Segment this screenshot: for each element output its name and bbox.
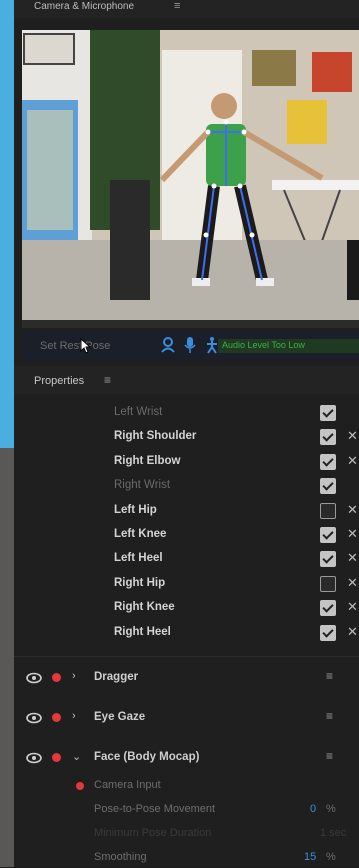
joint-label: Left Wrist [114, 406, 163, 418]
eye-icon[interactable] [26, 752, 42, 764]
record-arm-icon[interactable] [52, 673, 61, 682]
joint-row: Left Knee ✕ [14, 525, 359, 545]
joint-label: Right Hip [114, 576, 166, 589]
joint-checkbox[interactable] [320, 575, 336, 592]
remove-joint-icon[interactable]: ✕ [347, 599, 358, 615]
record-arm-icon[interactable] [52, 753, 61, 762]
pose-to-pose-value[interactable]: 0 [310, 803, 316, 815]
video-bottom-bar [22, 320, 359, 328]
joint-row: Left Hip ✕ [14, 501, 359, 521]
behavior-eye-gaze[interactable]: › Eye Gaze ≡ [14, 706, 359, 730]
behavior-dragger[interactable]: › Dragger ≡ [14, 666, 359, 690]
camera-person-icon[interactable] [160, 336, 176, 354]
eye-icon[interactable] [26, 672, 42, 684]
joint-checkbox[interactable] [320, 624, 336, 641]
joint-checkbox[interactable] [320, 453, 336, 470]
properties-title: Properties [34, 375, 85, 387]
joint-checkbox[interactable] [320, 405, 336, 421]
pose-to-pose-row[interactable]: Pose-to-Pose Movement 0 % [14, 800, 359, 820]
section-divider [14, 656, 359, 657]
behavior-name: Eye Gaze [94, 711, 146, 723]
joint-label: Right Heel [114, 625, 171, 638]
remove-joint-icon[interactable]: ✕ [347, 502, 358, 518]
camera-panel-title: Camera & Microphone [34, 1, 135, 12]
smoothing-label: Smoothing [94, 851, 147, 863]
behavior-menu-icon[interactable]: ≡ [326, 669, 333, 683]
smoothing-row[interactable]: Smoothing 15 % [14, 848, 359, 868]
joint-label: Left Knee [114, 528, 167, 540]
properties-menu-icon[interactable]: ≡ [104, 373, 111, 387]
joint-checkbox[interactable] [320, 600, 336, 617]
smoothing-unit: % [326, 851, 336, 863]
joint-row: Left Wrist [14, 403, 359, 423]
remove-joint-icon[interactable]: ✕ [347, 575, 358, 591]
joint-row: Right Elbow ✕ [14, 452, 359, 472]
chevron-down-icon[interactable]: ⌄ [72, 750, 81, 763]
remove-joint-icon[interactable]: ✕ [347, 550, 358, 566]
left-edge-gray [0, 448, 14, 867]
record-arm-icon[interactable] [76, 782, 84, 790]
remove-joint-icon[interactable]: ✕ [347, 428, 358, 444]
properties-header: Properties ≡ [14, 366, 359, 394]
joint-label: Right Knee [114, 601, 175, 614]
joint-row: Right Wrist [14, 476, 359, 496]
min-pose-duration-label: Minimum Pose Duration [94, 827, 212, 839]
min-pose-duration-unit: 1 sec [320, 827, 347, 839]
joint-row: Right Hip ✕ [14, 574, 359, 594]
main-panel: Camera & Microphone ≡ Set Rest Pose Audi… [14, 0, 359, 867]
audio-level-text: Audio Level Too Low [222, 340, 305, 350]
behavior-name: Dragger [94, 671, 139, 683]
microphone-icon[interactable] [182, 336, 198, 354]
pose-to-pose-label: Pose-to-Pose Movement [94, 803, 216, 815]
behavior-menu-icon[interactable]: ≡ [326, 749, 333, 763]
camera-input-row[interactable]: Camera Input [14, 776, 359, 796]
record-arm-icon[interactable] [52, 713, 61, 722]
smoothing-value[interactable]: 15 [304, 851, 316, 863]
joint-checkbox[interactable] [320, 429, 336, 446]
pose-to-pose-unit: % [326, 803, 336, 815]
joint-row: Right Knee ✕ [14, 598, 359, 618]
remove-joint-icon[interactable]: ✕ [347, 624, 358, 640]
camera-video-feed [22, 30, 359, 320]
joint-checkbox[interactable] [320, 551, 336, 568]
joint-row: Left Heel ✕ [14, 549, 359, 569]
joint-checkbox[interactable] [320, 478, 336, 495]
remove-joint-icon[interactable]: ✕ [347, 453, 358, 469]
joint-label: Left Hip [114, 503, 157, 516]
camera-controls-bar: Set Rest Pose Audio Level Too Low [22, 332, 359, 360]
joint-label: Right Elbow [114, 454, 181, 467]
behavior-menu-icon[interactable]: ≡ [326, 709, 333, 723]
behavior-name: Face (Body Mocap) [94, 751, 200, 763]
chevron-right-icon[interactable]: › [72, 710, 76, 722]
joint-label: Right Shoulder [114, 430, 197, 443]
panel-menu-icon[interactable]: ≡ [174, 0, 180, 12]
left-edge-blue [0, 0, 14, 448]
camera-panel-header: Camera & Microphone ≡ [14, 0, 359, 18]
joint-checkbox[interactable] [320, 527, 336, 543]
audio-level-indicator: Audio Level Too Low [218, 339, 359, 353]
mouse-cursor-icon [80, 338, 92, 354]
video-scene [22, 30, 359, 320]
set-rest-pose-button[interactable]: Set Rest Pose [40, 340, 110, 352]
min-pose-duration-row: Minimum Pose Duration 1 sec [14, 824, 359, 844]
joint-label: Right Wrist [114, 479, 171, 492]
eye-icon[interactable] [26, 712, 42, 724]
joint-label: Left Heel [114, 552, 163, 565]
joint-row: Right Heel ✕ [14, 623, 359, 643]
joint-checkbox[interactable] [320, 502, 336, 519]
camera-input-label: Camera Input [94, 779, 161, 791]
remove-joint-icon[interactable]: ✕ [347, 526, 358, 542]
joint-row: Right Shoulder ✕ [14, 427, 359, 447]
behavior-face-body-mocap[interactable]: ⌄ Face (Body Mocap) ≡ [14, 746, 359, 770]
chevron-right-icon[interactable]: › [72, 670, 76, 682]
